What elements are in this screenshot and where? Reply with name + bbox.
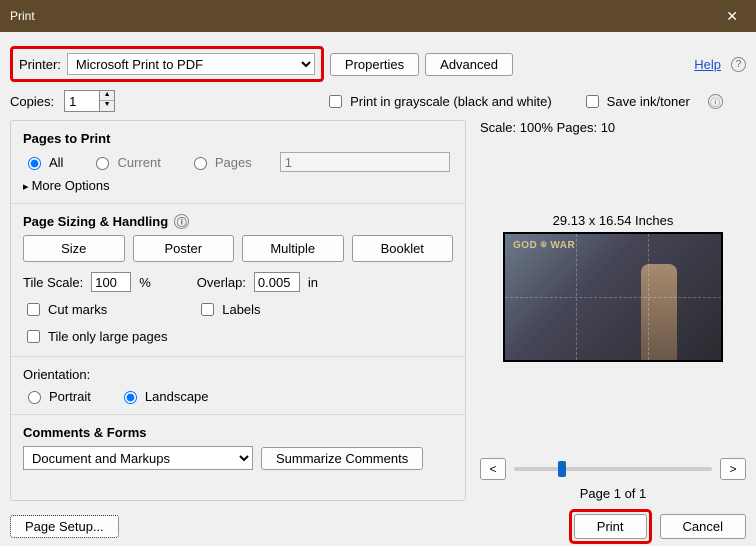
copies-input[interactable] — [65, 91, 99, 111]
printer-highlight: Printer: Microsoft Print to PDF — [10, 46, 324, 82]
preview-logo: GOD ⍟ WAR — [513, 240, 575, 251]
comments-select[interactable]: Document and Markups — [23, 446, 253, 470]
next-page-button[interactable]: > — [720, 458, 746, 480]
printer-select[interactable]: Microsoft Print to PDF — [67, 53, 315, 75]
pages-range-input[interactable] — [280, 152, 450, 172]
orientation-section: Orientation: Portrait Landscape — [11, 359, 465, 412]
help-icon[interactable]: ? — [731, 57, 746, 72]
summarize-button[interactable]: Summarize Comments — [261, 447, 423, 470]
window-title: Print — [10, 9, 35, 23]
info-icon[interactable]: ⓘ — [708, 94, 723, 109]
pages-to-print-title: Pages to Print — [23, 131, 453, 146]
print-button[interactable]: Print — [574, 514, 647, 539]
cancel-button[interactable]: Cancel — [660, 514, 746, 539]
tab-booklet[interactable]: Booklet — [352, 235, 454, 262]
more-options-toggle[interactable]: More Options — [23, 178, 453, 193]
sizing-title: Page Sizing & Handlingⓘ — [23, 214, 453, 229]
saveink-checkbox[interactable] — [586, 95, 599, 108]
orientation-title: Orientation: — [23, 367, 453, 382]
prev-page-button[interactable]: < — [480, 458, 506, 480]
pct-label: % — [139, 275, 151, 290]
landscape-option[interactable]: Landscape — [119, 388, 209, 404]
overlap-input[interactable] — [254, 272, 300, 292]
tab-poster[interactable]: Poster — [133, 235, 235, 262]
tab-size[interactable]: Size — [23, 235, 125, 262]
portrait-radio[interactable] — [28, 391, 41, 404]
dimensions-label: 29.13 x 16.54 Inches — [480, 213, 746, 228]
copies-label: Copies: — [10, 94, 54, 109]
grayscale-option[interactable]: Print in grayscale (black and white) — [325, 92, 552, 111]
tile-scale-label: Tile Scale: — [23, 275, 83, 290]
portrait-option[interactable]: Portrait — [23, 388, 91, 404]
info-icon[interactable]: ⓘ — [174, 214, 189, 229]
pages-current-option[interactable]: Current — [91, 154, 160, 170]
scale-pages-info: Scale: 100% Pages: 10 — [480, 120, 746, 135]
tileonly-option[interactable]: Tile only large pages — [23, 327, 453, 346]
advanced-button[interactable]: Advanced — [425, 53, 513, 76]
print-button-highlight: Print — [569, 509, 652, 544]
slider-thumb[interactable] — [558, 461, 566, 477]
grayscale-checkbox[interactable] — [329, 95, 342, 108]
print-preview: GOD ⍟ WAR — [503, 232, 723, 362]
sizing-section: Page Sizing & Handlingⓘ Size Poster Mult… — [11, 206, 465, 354]
cutmarks-checkbox[interactable] — [27, 303, 40, 316]
copies-spinner[interactable]: ▲ ▼ — [64, 90, 115, 112]
close-icon[interactable]: ✕ — [718, 4, 746, 29]
copies-down-icon[interactable]: ▼ — [100, 101, 114, 111]
saveink-option[interactable]: Save ink/toner — [582, 92, 690, 111]
pages-all-radio[interactable] — [28, 157, 41, 170]
properties-button[interactable]: Properties — [330, 53, 419, 76]
page-indicator: Page 1 of 1 — [480, 486, 746, 501]
comments-title: Comments & Forms — [23, 425, 453, 440]
help-link[interactable]: Help — [694, 57, 721, 72]
comments-section: Comments & Forms Document and Markups Su… — [11, 417, 465, 478]
page-slider[interactable] — [514, 467, 712, 471]
pages-current-radio[interactable] — [96, 157, 109, 170]
labels-checkbox[interactable] — [201, 303, 214, 316]
tab-multiple[interactable]: Multiple — [242, 235, 344, 262]
landscape-radio[interactable] — [124, 391, 137, 404]
copies-up-icon[interactable]: ▲ — [100, 91, 114, 101]
pages-all-option[interactable]: All — [23, 154, 63, 170]
labels-option[interactable]: Labels — [197, 300, 260, 319]
in-label: in — [308, 275, 318, 290]
pages-to-print-section: Pages to Print All Current Pages More Op… — [11, 123, 465, 201]
printer-label: Printer: — [19, 57, 61, 72]
pages-range-radio[interactable] — [194, 157, 207, 170]
pages-range-option[interactable]: Pages — [189, 154, 252, 170]
titlebar: Print ✕ — [0, 0, 756, 32]
tile-scale-input[interactable] — [91, 272, 131, 292]
cutmarks-option[interactable]: Cut marks — [23, 300, 107, 319]
page-setup-button[interactable]: Page Setup... — [10, 515, 119, 538]
tileonly-checkbox[interactable] — [27, 330, 40, 343]
overlap-label: Overlap: — [197, 275, 246, 290]
